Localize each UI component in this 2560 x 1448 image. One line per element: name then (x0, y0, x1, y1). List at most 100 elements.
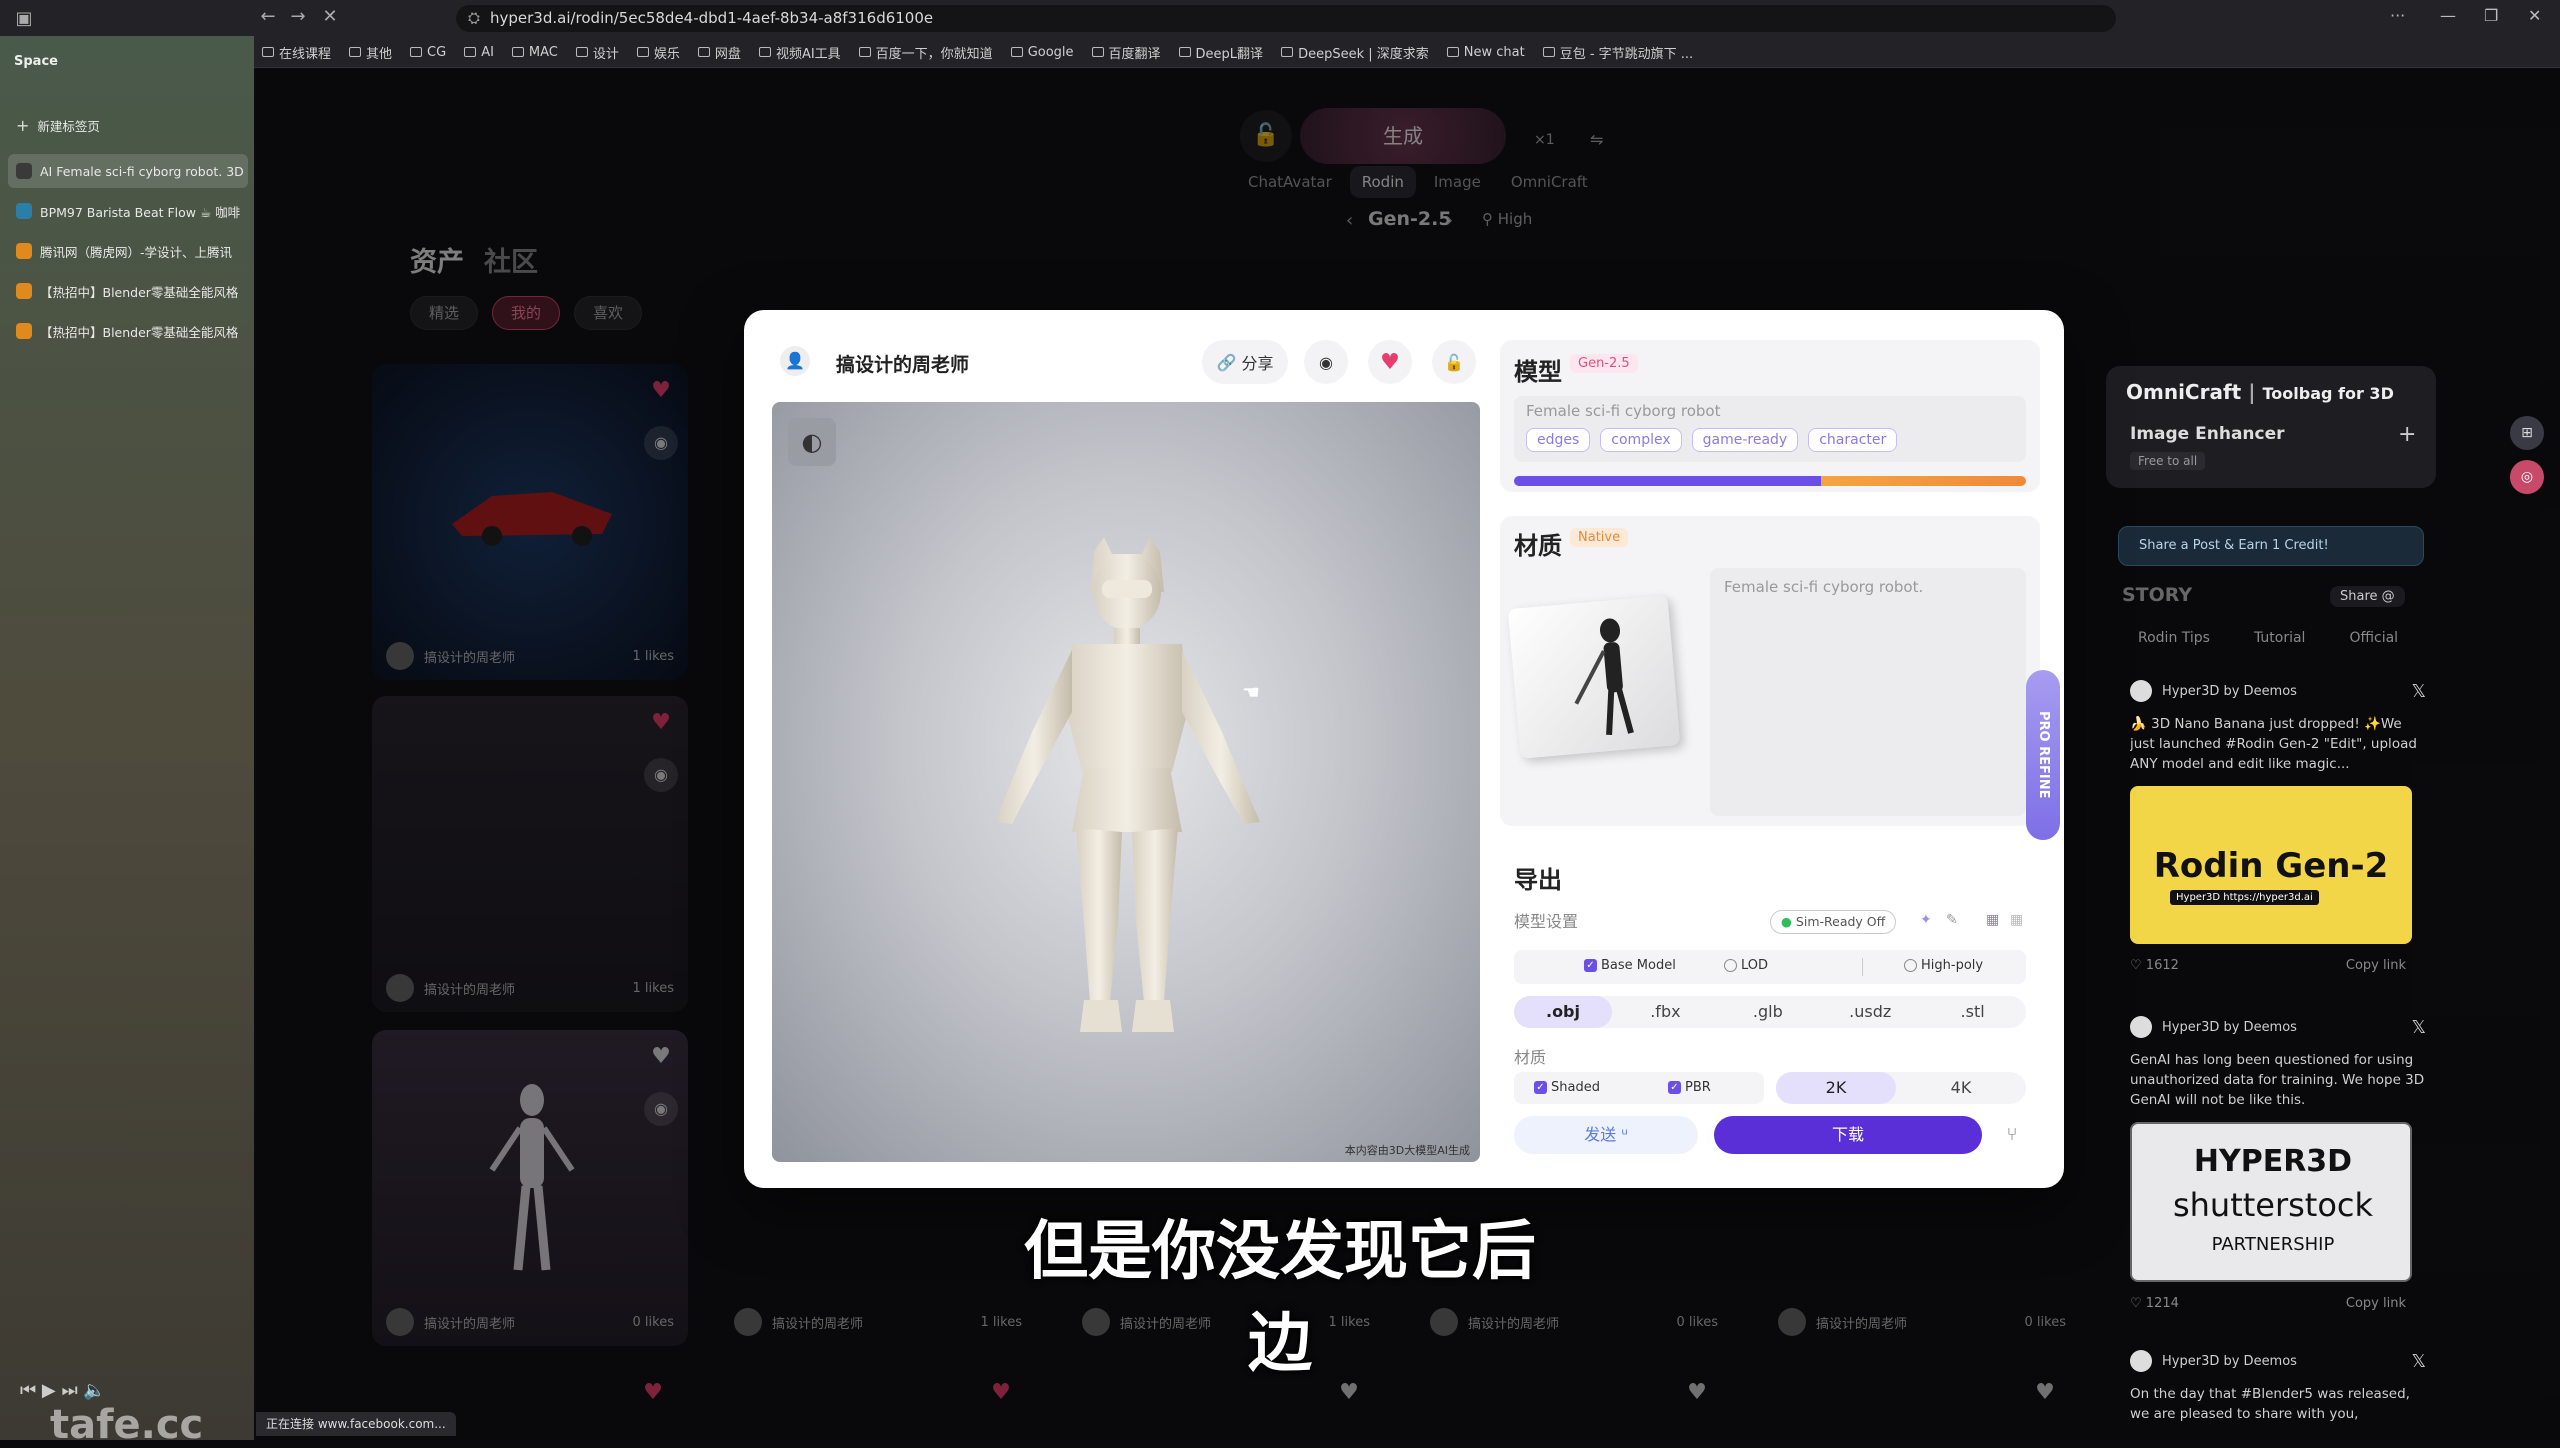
add-icon[interactable]: + (2398, 422, 2416, 447)
user-icon: 👤 (780, 346, 810, 376)
toolbag-label: Toolbag for 3D (2262, 384, 2394, 403)
format-stl[interactable]: .stl (1924, 996, 2022, 1028)
material-preview[interactable] (1507, 595, 1681, 759)
resolution-2k[interactable]: 2K (1776, 1072, 1896, 1104)
format-obj[interactable]: .obj (1514, 996, 1612, 1028)
format-glb[interactable]: .glb (1719, 996, 1817, 1028)
bookmark-item[interactable]: 网盘 (697, 43, 741, 62)
folder-icon (858, 47, 871, 57)
edit-icon[interactable]: ✎ (1946, 912, 1958, 928)
menu-icon[interactable]: ··· (2390, 6, 2405, 25)
bookmark-item[interactable]: 视频AI工具 (758, 43, 841, 62)
status-bar: 正在连接 www.facebook.com... (256, 1412, 456, 1436)
tag-chip[interactable]: complex (1600, 428, 1682, 452)
folder-icon (262, 47, 274, 57)
sim-ready-toggle[interactable]: ● Sim-Ready Off (1770, 910, 1897, 934)
post-likes: 1612 (2145, 958, 2179, 973)
tab-label: 【热招中】Blender零基础全能风格 (40, 324, 239, 340)
address-bar[interactable]: ⛭ hyper3d.ai/rodin/5ec58de4-dbd1-4aef-8b… (456, 5, 2116, 32)
bookmark-item[interactable]: 百度一下，你就知道 (858, 43, 993, 62)
heart-icon[interactable]: ♡ (2130, 1296, 2146, 1311)
send-button[interactable]: 发送 ᵘ (1514, 1116, 1698, 1154)
copy-link[interactable]: Copy link (2346, 958, 2406, 973)
3d-viewport[interactable]: ◐ ☚ 本内容由3D大模型AI生成 (772, 402, 1480, 1162)
story-tab[interactable]: Rodin Tips (2138, 630, 2210, 646)
bookmark-item[interactable]: DeepSeek | 深度求索 (1281, 43, 1429, 62)
bookmark-item[interactable]: DeepL翻译 (1178, 43, 1263, 62)
sidebar-tab[interactable]: BPM97 Barista Beat Flow ☕ 咖啡 (8, 194, 248, 228)
bookmark-item[interactable]: 豆包 - 字节跳动旗下 ... (1542, 43, 1693, 62)
image-enhancer-label[interactable]: Image Enhancer (2130, 424, 2285, 444)
sidebar-tab[interactable]: 【热招中】Blender零基础全能风格 (8, 314, 248, 348)
layers-icon[interactable]: ▦ (1986, 912, 1999, 928)
bookmark-item[interactable]: 百度翻译 (1091, 43, 1161, 62)
folder-icon (511, 47, 524, 57)
media-controls-icon[interactable]: ⏮ ▶ ⏭ 🔈 (20, 1380, 106, 1401)
format-tabs: .obj .fbx .glb .usdz .stl (1514, 996, 2026, 1028)
tag-chip[interactable]: game-ready (1691, 428, 1799, 452)
bookmark-item[interactable]: 其他 (349, 43, 392, 62)
site-info-icon[interactable]: ⛭ (468, 5, 480, 32)
tag-chip[interactable]: edges (1526, 428, 1591, 452)
stop-icon[interactable]: ✕ (310, 6, 350, 27)
option-lod[interactable]: LOD (1724, 958, 1768, 973)
sidebar-tab[interactable]: AI Female sci-fi cyborg robot. 3D (8, 154, 248, 188)
x-icon[interactable]: 𝕏 (2411, 681, 2426, 702)
option-high-poly[interactable]: High-poly (1904, 958, 1983, 973)
bookmark-label: 在线课程 (279, 46, 332, 62)
close-window-icon[interactable]: ✕ (2528, 6, 2541, 25)
space-label: Space (14, 54, 58, 69)
resolution-4k[interactable]: 4K (1901, 1072, 2021, 1104)
bookmark-item[interactable]: 娱乐 (636, 43, 680, 62)
post-image[interactable]: Rodin Gen-2 Hyper3D https://hyper3d.ai (2130, 786, 2412, 944)
favorite-heart-icon[interactable]: ♥ (1368, 340, 1412, 384)
checkbox-icon: ✓ (1668, 1081, 1681, 1094)
asset-detail-modal: 👤 搞设计的周老师 🔗 分享 ◉ ♥ 🔓 ◐ ☚ 本内容由3D大模型AI生成 模… (744, 310, 2064, 1188)
download-button[interactable]: 下载 (1714, 1116, 1982, 1154)
fork-icon[interactable]: ⑂ (1996, 1116, 2028, 1154)
story-tab[interactable]: Official (2349, 630, 2398, 646)
bookmark-item[interactable]: Google (1010, 45, 1074, 60)
bookmark-item[interactable]: MAC (511, 44, 558, 60)
preview-eye-icon[interactable]: ◉ (1304, 340, 1348, 384)
render-mode-icon[interactable]: ◐ (788, 418, 836, 466)
maximize-icon[interactable]: ❐ (2484, 6, 2498, 25)
bookmark-label: MAC (528, 44, 558, 60)
bookmark-item[interactable]: 设计 (575, 43, 619, 62)
grid-icon[interactable]: ▦ (2010, 912, 2023, 928)
unlock-icon[interactable]: 🔓 (1432, 340, 1476, 384)
new-tab-label: 新建标签页 (37, 118, 100, 134)
material-opt-shaded[interactable]: ✓ Shaded (1534, 1080, 1600, 1095)
post-image[interactable]: HYPER3D shutterstock PARTNERSHIP (2130, 1122, 2412, 1282)
material-opt-pbr[interactable]: ✓ PBR (1668, 1080, 1711, 1095)
pro-refine-button[interactable]: PRO REFINE (2026, 670, 2060, 840)
bookmark-item[interactable]: AI (464, 45, 494, 60)
sparkle-icon[interactable]: ✦ (1920, 912, 1932, 928)
post-image-title: HYPER3D (2193, 1144, 2353, 1179)
new-tab-button[interactable]: + 新建标签页 (8, 108, 248, 142)
x-icon[interactable]: 𝕏 (2411, 1017, 2426, 1038)
bookmark-item[interactable]: CG (410, 45, 446, 60)
share-post-banner[interactable]: Share a Post & Earn 1 Credit! (2118, 526, 2424, 566)
resolution-tabs: 2K 4K (1776, 1072, 2026, 1104)
sidebar-tab[interactable]: 腾讯网（腾虎网）-学设计、上腾讯 (8, 234, 248, 268)
format-usdz[interactable]: .usdz (1821, 996, 1919, 1028)
share-button[interactable]: Share @ (2330, 586, 2405, 607)
tag-chip[interactable]: character (1808, 428, 1898, 452)
floating-tool-icon[interactable]: ⊞ (2510, 416, 2544, 450)
bookmark-item[interactable]: 在线课程 (262, 43, 331, 62)
share-button[interactable]: 🔗 分享 (1202, 340, 1288, 384)
copy-link[interactable]: Copy link (2346, 1296, 2406, 1311)
x-icon[interactable]: 𝕏 (2411, 1351, 2426, 1372)
format-fbx[interactable]: .fbx (1616, 996, 1714, 1028)
heart-icon[interactable]: ♡ (2130, 958, 2146, 973)
post-avatar (2130, 1016, 2152, 1038)
minimize-icon[interactable]: — (2440, 6, 2456, 25)
bookmark-item[interactable]: New chat (1446, 45, 1525, 60)
sidebar-tab[interactable]: 【热招中】Blender零基础全能风格 (8, 274, 248, 308)
option-base-model[interactable]: ✓ Base Model (1584, 958, 1676, 973)
user-avatar-icon[interactable]: ◎ (2510, 460, 2544, 494)
sidebar-toggle-icon[interactable]: ▣ (4, 8, 44, 29)
tab-favicon-icon (16, 203, 32, 219)
story-tab[interactable]: Tutorial (2254, 630, 2305, 646)
